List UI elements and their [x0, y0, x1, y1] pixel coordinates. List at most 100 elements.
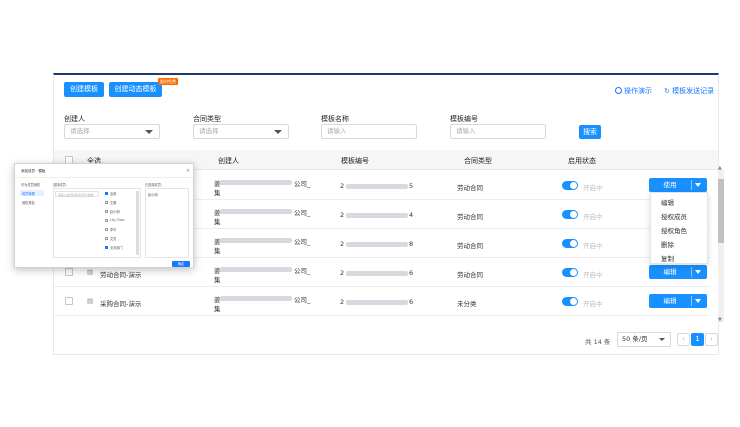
chevron-down-icon	[659, 338, 665, 341]
menu-item-authorize-roles[interactable]: 授权角色	[661, 225, 687, 235]
button-divider	[691, 296, 692, 306]
status-toggle[interactable]	[562, 181, 578, 190]
status-toggle[interactable]	[562, 268, 578, 277]
contract-type-cell: 劳动合同	[457, 213, 483, 221]
edit-button[interactable]: 编辑	[649, 265, 707, 279]
page-size-value: 50 条/页	[622, 335, 648, 343]
prev-page-button[interactable]: ‹	[677, 333, 690, 346]
template-no-placeholder: 请输入	[456, 127, 476, 135]
template-name-cell[interactable]: 采购合同-演示	[100, 298, 141, 308]
template-name-filter-label: 模板名称	[321, 115, 349, 123]
creator-cell: 公司_	[294, 296, 311, 304]
template-no-filter-label: 模板编号	[450, 115, 478, 123]
table-row: ▤ 采购合同-演示 姜 公司_ 集 2 6 未分类 开启中 编辑	[54, 287, 710, 316]
search-button[interactable]: 搜索	[579, 125, 601, 139]
tree-checkbox[interactable]	[105, 228, 108, 231]
dialog-confirm-button[interactable]: 确定	[172, 261, 190, 267]
status-toggle[interactable]	[562, 239, 578, 248]
scroll-up-icon[interactable]: ▲	[718, 165, 722, 171]
creator-select[interactable]: 请选择	[64, 124, 160, 139]
dialog-left-item[interactable]: 成员管理	[22, 191, 35, 196]
dialog-left-item[interactable]: 授权角色	[22, 200, 35, 205]
selected-members-panel	[145, 188, 189, 258]
dialog-middle-header: 选择成员：	[53, 183, 69, 187]
guide-link[interactable]: 操作演示	[615, 86, 652, 96]
chevron-down-icon[interactable]	[695, 299, 701, 303]
history-icon: ↻	[664, 87, 670, 95]
chevron-down-icon[interactable]	[695, 183, 701, 187]
edit-button-label: 编辑	[663, 297, 677, 305]
status-label: 开启中	[583, 271, 603, 279]
tree-scrollbar[interactable]	[136, 191, 139, 255]
row-checkbox[interactable]	[65, 268, 73, 276]
menu-item-copy[interactable]: 复制	[661, 253, 674, 263]
chevron-down-icon	[145, 130, 153, 134]
creator-line2: 集	[214, 305, 221, 313]
template-name-input[interactable]: 请输入	[321, 124, 417, 139]
menu-item-authorize-members[interactable]: 授权成员	[661, 211, 687, 221]
scroll-down-icon[interactable]: ▼	[718, 317, 722, 323]
table-scrollbar[interactable]	[718, 170, 724, 322]
status-toggle[interactable]	[562, 210, 578, 219]
tree-checkbox[interactable]	[105, 192, 108, 195]
creator-cell: 公司_	[294, 180, 311, 188]
status-label: 开启中	[583, 213, 603, 221]
template-name-cell[interactable]: 劳动合同-演示	[100, 269, 141, 279]
close-icon[interactable]: ×	[186, 168, 190, 174]
tree-checkbox[interactable]	[105, 201, 108, 204]
creator-cell: 公司_	[294, 209, 311, 217]
dialog-title: 添加成员 · 模板	[21, 169, 46, 173]
action-dropdown-menu: 编辑 授权成员 授权角色 删除 复制	[650, 192, 708, 264]
template-no-suffix: 4	[409, 211, 414, 219]
col-creator: 创建人	[218, 157, 239, 165]
menu-item-delete[interactable]: 删除	[661, 239, 674, 249]
contract-type-cell: 劳动合同	[457, 242, 483, 250]
row-checkbox[interactable]	[65, 297, 73, 305]
creator-filter-label: 创建人	[64, 115, 85, 123]
template-no-input[interactable]: 请输入	[450, 124, 546, 139]
col-status: 启用状态	[568, 157, 596, 165]
page-size-select[interactable]: 50 条/页	[617, 332, 671, 347]
status-label: 开启中	[583, 300, 603, 308]
template-no-prefix: 2	[340, 211, 345, 219]
template-no-redacted	[346, 184, 408, 189]
tree-item: 文员	[110, 237, 117, 241]
scrollbar-thumb[interactable]	[718, 179, 724, 243]
tree-item: 李华	[110, 228, 117, 232]
col-template-no: 模板编号	[341, 157, 369, 165]
tree-checkbox[interactable]	[105, 246, 108, 249]
member-search-input[interactable]: 请输入成员名称/手机号/邮箱	[55, 191, 99, 197]
use-button[interactable]: 使用	[649, 178, 707, 192]
play-circle-icon	[615, 87, 622, 94]
create-template-button[interactable]: 创建模板	[64, 82, 104, 97]
send-records-link[interactable]: ↻ 模板发送记录	[664, 86, 714, 96]
create-dynamic-template-button[interactable]: 创建动态模板	[109, 82, 162, 97]
status-toggle[interactable]	[562, 297, 578, 306]
contract-type-select[interactable]: 请选择	[193, 124, 289, 139]
tree-checkbox[interactable]	[105, 219, 108, 222]
tree-item: Lily Chen	[110, 218, 125, 222]
contract-type-cell: 未分类	[457, 300, 477, 308]
dialog-left-item[interactable]: 可为成员授权	[21, 182, 40, 187]
template-no-suffix: 5	[409, 182, 414, 190]
chevron-down-icon	[274, 130, 282, 134]
creator-line2: 集	[214, 189, 221, 197]
member-tree-panel	[53, 188, 141, 258]
creator-redacted	[220, 296, 292, 301]
next-page-button[interactable]: ›	[705, 333, 718, 346]
creator-redacted	[220, 267, 292, 272]
page-number-button[interactable]: 1	[691, 333, 704, 346]
template-no-suffix: 6	[409, 298, 414, 306]
template-name-placeholder: 请输入	[327, 127, 347, 135]
edit-button-label: 编辑	[663, 268, 677, 276]
edit-button[interactable]: 编辑	[649, 294, 707, 308]
dialog-divider	[15, 177, 193, 178]
document-icon: ▤	[87, 268, 94, 276]
template-no-redacted	[346, 300, 408, 305]
tree-checkbox[interactable]	[105, 210, 108, 213]
tree-checkbox[interactable]	[105, 237, 108, 240]
creator-cell: 公司_	[294, 267, 311, 275]
template-no-suffix: 8	[409, 240, 414, 248]
menu-item-edit[interactable]: 编辑	[661, 197, 674, 207]
chevron-down-icon[interactable]	[695, 270, 701, 274]
